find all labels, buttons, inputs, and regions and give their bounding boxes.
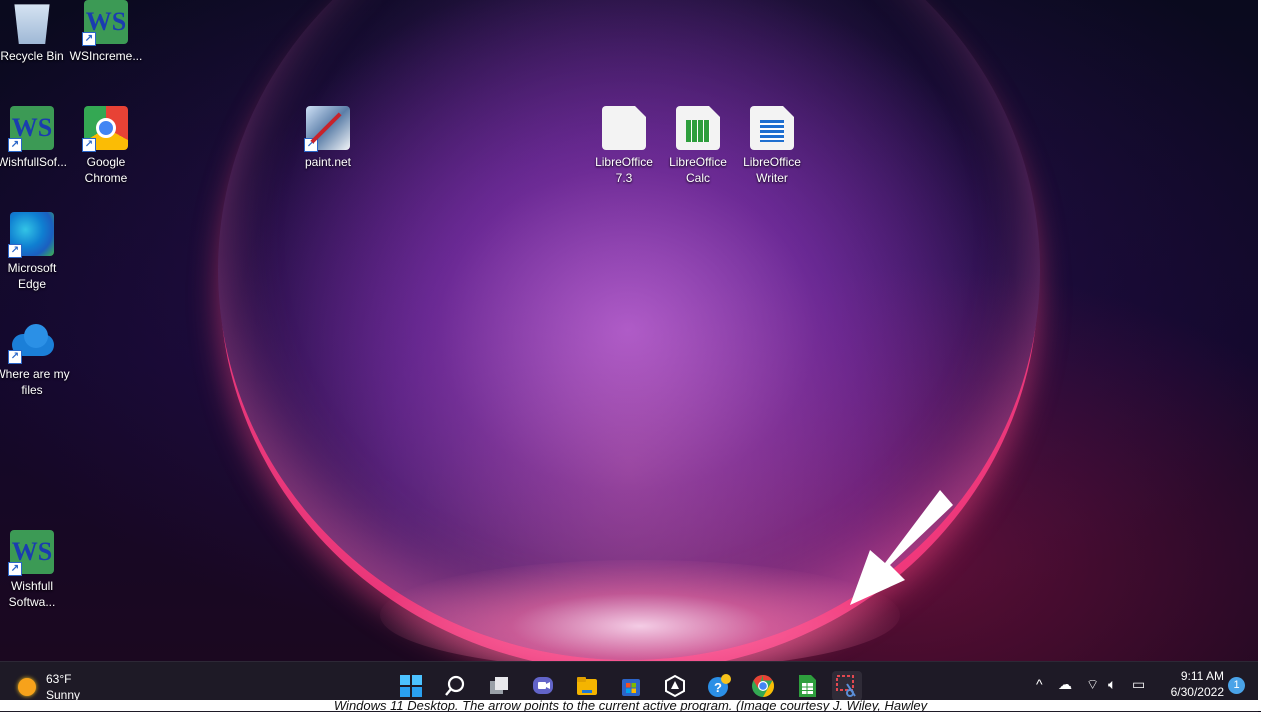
desktop-icon-libreoffice-calc[interactable]: LibreOffice Calc	[660, 106, 736, 186]
desktop-icon-wishfull-software-2[interactable]: WS ↗ Wishfull Softwa...	[0, 530, 70, 610]
libreoffice-icon	[602, 106, 646, 150]
desktop-icon-google-chrome[interactable]: ↗ Google Chrome	[68, 106, 144, 186]
desktop-icon-paint-net[interactable]: ↗ paint.net	[290, 106, 366, 170]
wifi-icon[interactable]: ⌔	[1086, 676, 1099, 694]
onedrive-icon: ↗	[8, 318, 54, 364]
desktop[interactable]: Recycle Bin WS ↗ WSIncreme... WS ↗ Wishful…	[0, 0, 1261, 661]
desktop-icon-label: WishfullSof...	[0, 155, 68, 169]
desktop-icon-label: WSIncreme...	[69, 49, 143, 63]
desktop-icon-label: LibreOffice Calc	[669, 155, 727, 185]
libreoffice-calc-taskbar-button[interactable]	[792, 671, 822, 701]
pointer-arrow-icon	[850, 490, 953, 605]
desktop-icon-microsoft-edge[interactable]: ↗ Microsoft Edge	[0, 212, 70, 292]
desktop-icon-recycle-bin[interactable]: Recycle Bin	[0, 0, 70, 64]
figure-caption: Windows 11 Desktop. The arrow points to …	[0, 700, 1261, 711]
paint-net-icon: ↗	[304, 106, 350, 152]
svg-text:?: ?	[714, 680, 722, 695]
clock-date: 6/30/2022	[1170, 685, 1224, 699]
desktop-icon-label: LibreOffice Writer	[743, 155, 801, 185]
weather-temp: 63°F	[46, 672, 72, 686]
desktop-icon-label: Google Chrome	[84, 155, 128, 185]
desktop-icon-wsincrement[interactable]: WS ↗ WSIncreme...	[68, 0, 144, 64]
desktop-icon-label: Wishfull Softwa...	[8, 579, 56, 609]
spreadsheet-icon	[799, 675, 816, 697]
onedrive-tray-icon[interactable]: ☁	[1058, 676, 1072, 693]
libreoffice-taskbar-button[interactable]	[660, 671, 690, 701]
desktop-icon-label: paint.net	[304, 155, 352, 169]
wishfull-software-icon: WS ↗	[82, 0, 128, 46]
edge-icon: ↗	[8, 212, 54, 258]
battery-icon[interactable]: ▭	[1132, 676, 1145, 693]
desktop-icon-label: Where are my files	[0, 367, 70, 397]
notification-badge[interactable]: 1	[1228, 677, 1245, 694]
recycle-bin-icon	[14, 4, 50, 44]
start-button[interactable]	[396, 671, 426, 701]
desktop-icon-where-are-my-files[interactable]: ↗ Where are my files	[0, 318, 70, 398]
search-icon	[445, 675, 465, 696]
wishfull-software-icon: WS ↗	[8, 530, 54, 576]
weather-widget[interactable]: 63°F Sunny	[14, 670, 114, 704]
volume-icon[interactable]: 🔈︎	[1108, 676, 1116, 693]
desktop-icon-label: Microsoft Edge	[7, 261, 57, 291]
wallpaper-glow	[380, 560, 900, 661]
chat-icon	[533, 677, 553, 694]
snipping-tool-taskbar-button[interactable]	[832, 671, 862, 701]
task-view-button[interactable]	[484, 671, 514, 701]
file-explorer-button[interactable]	[572, 671, 602, 701]
desktop-icon-label: Recycle Bin	[0, 49, 64, 63]
libreoffice-icon	[665, 674, 685, 698]
desktop-icon-wishfull-software[interactable]: WS ↗ WishfullSof...	[0, 106, 70, 170]
taskbar-clock[interactable]: 9:11 AM 6/30/2022	[1160, 668, 1224, 700]
chrome-icon	[752, 675, 774, 697]
desktop-icon-label: LibreOffice 7.3	[595, 155, 653, 185]
chrome-taskbar-button[interactable]	[748, 671, 778, 701]
desktop-icon-libreoffice-writer[interactable]: LibreOffice Writer	[734, 106, 810, 186]
chat-button[interactable]	[528, 671, 558, 701]
search-button[interactable]	[440, 671, 470, 701]
folder-icon	[577, 677, 597, 695]
chrome-icon: ↗	[82, 106, 128, 152]
libreoffice-calc-icon	[676, 106, 720, 150]
store-icon	[622, 679, 640, 696]
task-view-icon	[490, 677, 508, 694]
show-hidden-icons-button[interactable]: ^	[1036, 676, 1043, 692]
windows-logo-icon	[400, 675, 422, 697]
libreoffice-writer-icon	[750, 106, 794, 150]
get-help-button[interactable]: ?	[704, 671, 734, 701]
help-icon: ?	[708, 674, 731, 697]
snipping-tool-icon	[836, 675, 856, 697]
sun-icon	[18, 678, 36, 696]
clock-time: 9:11 AM	[1180, 669, 1224, 683]
microsoft-store-button[interactable]	[616, 671, 646, 701]
desktop-icon-libreoffice[interactable]: LibreOffice 7.3	[586, 106, 662, 186]
wishfull-software-icon: WS ↗	[8, 106, 54, 152]
